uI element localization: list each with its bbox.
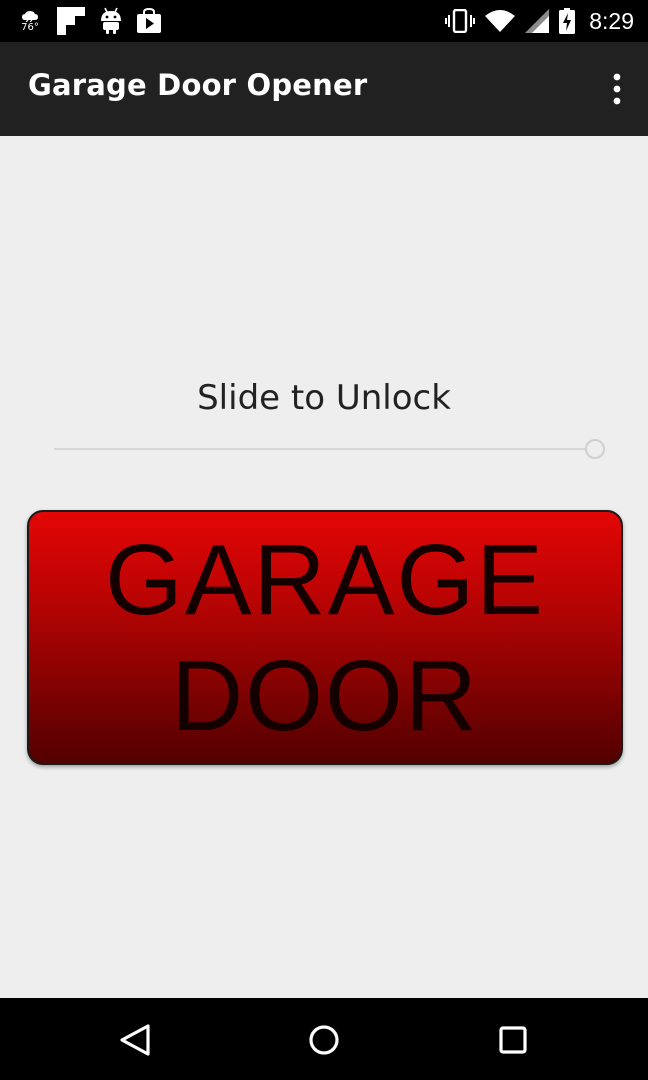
play-store-icon xyxy=(137,8,161,33)
weather-icon xyxy=(22,10,38,22)
battery-charging-icon xyxy=(559,8,576,34)
navigation-bar xyxy=(0,998,648,1080)
android-icon xyxy=(101,7,121,34)
weather-temperature: 76° xyxy=(21,21,39,33)
garage-button-label-line1: GARAGE xyxy=(105,523,545,636)
unlock-slider[interactable] xyxy=(54,434,606,464)
slider-thumb[interactable] xyxy=(585,439,605,459)
system-status: 8:29 xyxy=(445,0,634,42)
flipboard-icon xyxy=(57,7,85,35)
slide-to-unlock-label: Slide to Unlock xyxy=(197,378,451,418)
home-icon xyxy=(309,1025,339,1055)
signal-icon xyxy=(525,9,550,33)
vibrate-icon xyxy=(445,9,476,33)
home-button[interactable] xyxy=(302,1018,346,1062)
weather-indicator: 76° xyxy=(18,10,42,33)
clock: 8:29 xyxy=(589,7,634,34)
notification-icons: 76° xyxy=(18,6,162,36)
garage-door-button[interactable]: GARAGE DOOR xyxy=(27,510,623,765)
main-content: Slide to Unlock GARAGE DOOR xyxy=(0,136,648,998)
garage-button-label-line2: DOOR xyxy=(171,639,479,752)
app-title: Garage Door Opener xyxy=(28,68,368,102)
recents-icon xyxy=(499,1026,527,1054)
overflow-menu-button[interactable] xyxy=(608,72,626,106)
status-bar: 76° 8:29 xyxy=(0,0,648,42)
slider-track xyxy=(54,448,586,450)
more-vert-icon xyxy=(613,73,621,105)
recents-button[interactable] xyxy=(491,1018,535,1062)
back-button[interactable] xyxy=(113,1018,157,1062)
back-icon xyxy=(120,1024,150,1056)
action-bar: Garage Door Opener xyxy=(0,42,648,136)
wifi-icon xyxy=(485,10,516,32)
